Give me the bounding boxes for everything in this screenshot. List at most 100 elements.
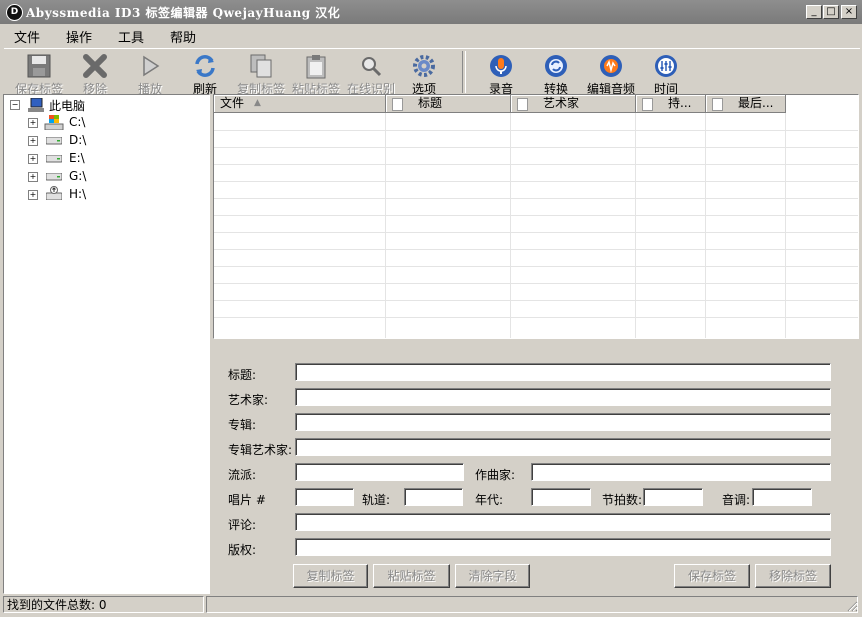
close-button[interactable]: × (841, 5, 857, 19)
title-input[interactable] (295, 363, 831, 381)
menu-actions[interactable]: 操作 (66, 27, 92, 46)
tree-item-label: E:\ (69, 151, 85, 165)
expand-icon[interactable]: + (28, 154, 38, 164)
copy-icon (250, 54, 272, 78)
hard-drive-icon (46, 173, 62, 181)
tree-item-label: 此电脑 (49, 99, 86, 113)
bpm-label: 节拍数: (602, 493, 643, 507)
composer-input[interactable] (531, 463, 831, 481)
expand-icon[interactable]: + (28, 172, 38, 182)
track-input[interactable] (404, 488, 463, 506)
composer-label: 作曲家: (475, 468, 516, 482)
maximize-button[interactable]: □ (823, 5, 839, 19)
clear-fields-button[interactable]: 清除字段 (455, 564, 530, 588)
column-header-label: 最后... (738, 96, 774, 110)
menu-bar: 文件 操作 工具 帮助 (0, 24, 862, 46)
grid-line (214, 215, 858, 216)
track-label: 轨道: (362, 493, 391, 507)
sort-ascending-icon: ▲ (254, 98, 261, 108)
tree-item-label: D:\ (69, 133, 87, 147)
column-header-title[interactable]: 标题 (386, 95, 511, 113)
artist-label: 艺术家: (228, 393, 269, 407)
column-header-last-modified[interactable]: 最后... (706, 95, 786, 113)
files-found-status: 找到的文件总数: 0 (3, 596, 204, 613)
grid-line (214, 283, 858, 284)
column-header-artist[interactable]: 艺术家 (511, 95, 636, 113)
title-bar: D Abyssmedia ID3 标签编辑器 QwejayHuang 汉化 _ … (0, 0, 862, 24)
genre-label: 流派: (228, 468, 257, 482)
year-label: 年代: (475, 493, 504, 507)
tree-item-label: H:\ (69, 187, 87, 201)
grid-line (214, 249, 858, 250)
key-label: 音调: (722, 493, 751, 507)
expand-icon[interactable]: + (28, 118, 38, 128)
grid-line (214, 317, 858, 318)
bpm-input[interactable] (643, 488, 703, 506)
file-icon (642, 98, 653, 111)
title-label: 标题: (228, 368, 257, 382)
tree-item-drive-e[interactable]: + E:\ (8, 151, 198, 169)
expand-icon[interactable]: + (28, 136, 38, 146)
computer-icon (28, 98, 44, 112)
grid-line (214, 198, 858, 199)
tree-item-drive-d[interactable]: + D:\ (8, 133, 198, 151)
audio-wave-icon (600, 55, 622, 77)
tree-item-this-pc[interactable]: − 此电脑 (8, 97, 198, 115)
collapse-icon[interactable]: − (10, 100, 20, 110)
grid-line (214, 300, 858, 301)
genre-input[interactable] (295, 463, 464, 481)
time-button[interactable]: 时间 (637, 51, 695, 96)
hard-drive-icon (46, 137, 62, 145)
column-header-label: 文件 (220, 96, 245, 110)
column-header-label: 持... (668, 96, 692, 110)
disc-input[interactable] (295, 488, 354, 506)
tree-item-drive-h[interactable]: + H:\ (8, 186, 198, 205)
tree-item-drive-g[interactable]: + G:\ (8, 169, 198, 187)
disc-label: 唱片 # (228, 493, 266, 507)
status-bar: 找到的文件总数: 0 (0, 594, 862, 617)
tree-item-label: G:\ (69, 169, 87, 183)
menu-tools[interactable]: 工具 (118, 27, 144, 46)
comment-label: 评论: (228, 518, 257, 532)
column-header-file[interactable]: 文件 ▲ (214, 95, 386, 113)
play-icon (143, 55, 160, 77)
expand-icon[interactable]: + (28, 190, 38, 200)
file-icon (392, 98, 403, 111)
copyright-label: 版权: (228, 543, 257, 557)
tree-item-label: C:\ (69, 115, 86, 129)
album-artist-label: 专辑艺术家: (228, 443, 293, 457)
usb-drive-icon (46, 186, 62, 200)
album-artist-input[interactable] (295, 438, 831, 456)
copyright-input[interactable] (295, 538, 831, 556)
toolbar: 保存标签 移除 播放 刷新 复制标签 粘贴标签 在线识别 选项 录音 转换 编辑… (4, 48, 860, 96)
clipboard-icon (306, 55, 326, 79)
app-icon: D (6, 4, 23, 21)
tree-item-drive-c[interactable]: + C:\ (8, 115, 198, 133)
year-input[interactable] (531, 488, 591, 506)
grid-line (214, 130, 858, 131)
options-button[interactable]: 选项 (395, 51, 453, 96)
magnifier-icon (362, 57, 382, 77)
copy-tag-form-button[interactable]: 复制标签 (293, 564, 368, 588)
key-input[interactable] (752, 488, 812, 506)
file-list[interactable]: 文件 ▲ 标题 艺术家 持... 最后... (213, 94, 859, 339)
resize-grip-icon[interactable] (846, 600, 858, 612)
album-input[interactable] (295, 413, 831, 431)
grid-line (214, 181, 858, 182)
menu-file[interactable]: 文件 (14, 27, 40, 46)
hard-drive-icon (46, 155, 62, 163)
save-tag-form-button[interactable]: 保存标签 (674, 564, 750, 588)
menu-help[interactable]: 帮助 (170, 27, 196, 46)
file-icon (712, 98, 723, 111)
column-header-duration[interactable]: 持... (636, 95, 706, 113)
remove-tag-form-button[interactable]: 移除标签 (755, 564, 831, 588)
artist-input[interactable] (295, 388, 831, 406)
grid-line (214, 232, 858, 233)
paste-tag-form-button[interactable]: 粘贴标签 (373, 564, 450, 588)
system-drive-icon (44, 115, 64, 130)
minimize-button[interactable]: _ (806, 5, 822, 19)
gear-icon (413, 55, 435, 77)
refresh-icon (195, 55, 215, 77)
comment-input[interactable] (295, 513, 831, 531)
file-icon (517, 98, 528, 111)
